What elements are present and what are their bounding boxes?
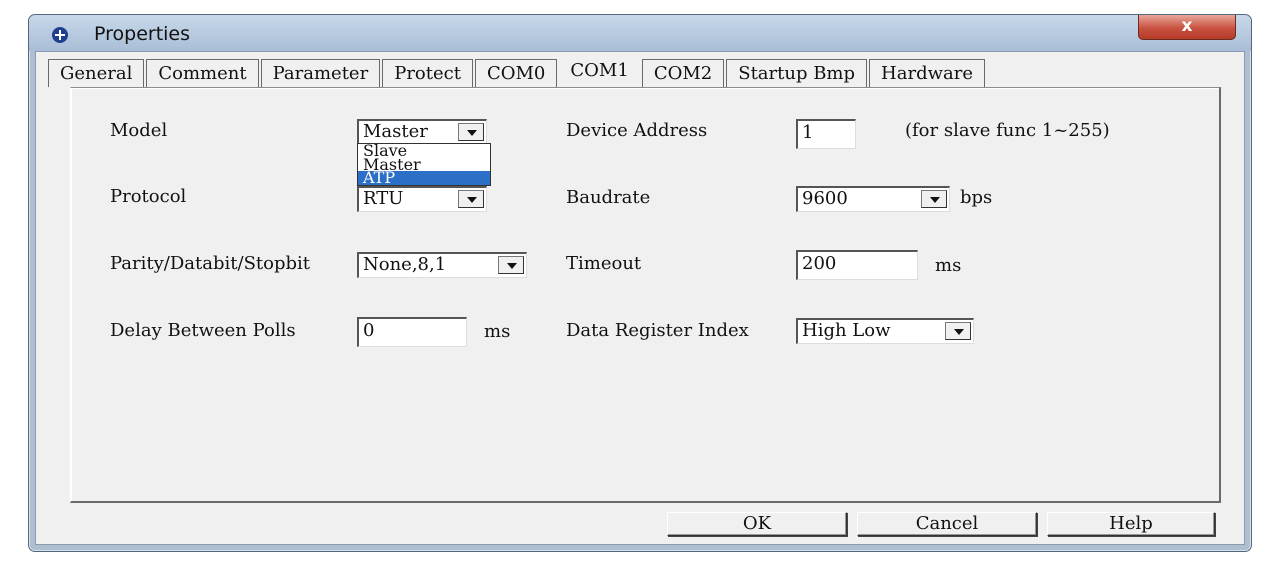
data-register-label: Data Register Index (566, 320, 749, 341)
baudrate-select-value: 9600 (802, 188, 848, 209)
protocol-label: Protocol (110, 186, 187, 207)
data-register-select-value: High Low (802, 320, 891, 341)
timeout-unit-label: ms (935, 255, 962, 276)
timeout-input[interactable]: 200 (796, 250, 918, 280)
model-label: Model (110, 120, 168, 141)
delay-label: Delay Between Polls (110, 320, 296, 341)
com1-panel (70, 87, 1221, 503)
tab-general[interactable]: General (48, 59, 145, 87)
close-button[interactable]: x (1138, 15, 1236, 40)
data-register-select[interactable]: High Low (796, 318, 974, 344)
model-select-value: Master (363, 121, 428, 142)
window-title: Properties (94, 23, 191, 45)
chevron-down-icon[interactable] (498, 256, 524, 274)
protocol-select[interactable]: RTU (357, 186, 487, 212)
ok-button[interactable]: OK (667, 512, 847, 536)
chevron-down-icon[interactable] (945, 322, 971, 340)
tab-protect[interactable]: Protect (382, 59, 473, 87)
tab-com0[interactable]: COM0 (474, 59, 558, 87)
tab-parameter[interactable]: Parameter (260, 59, 381, 87)
title-bar[interactable]: Properties x (29, 15, 1251, 51)
properties-window: Properties x General Comment Parameter P… (28, 14, 1252, 552)
tab-startup-bmp[interactable]: Startup Bmp (726, 59, 868, 87)
parity-select[interactable]: None,8,1 (357, 252, 527, 278)
app-logo-icon (52, 27, 68, 43)
chevron-down-icon[interactable] (458, 123, 484, 141)
baudrate-unit-label: bps (960, 187, 993, 208)
device-address-label: Device Address (566, 120, 708, 141)
tab-hardware[interactable]: Hardware (869, 59, 985, 87)
device-address-hint: (for slave func 1~255) (905, 120, 1110, 141)
parity-select-value: None,8,1 (363, 254, 447, 275)
delay-unit-label: ms (484, 321, 511, 342)
tab-strip: General Comment Parameter Protect COM0 C… (48, 57, 987, 90)
parity-label: Parity/Databit/Stopbit (110, 253, 311, 274)
model-option-atp[interactable]: ATP (358, 170, 490, 185)
timeout-label: Timeout (566, 253, 642, 274)
chevron-down-icon[interactable] (921, 190, 947, 208)
protocol-select-value: RTU (363, 188, 404, 209)
model-dropdown-list[interactable]: Slave Master ATP (357, 143, 491, 186)
baudrate-label: Baudrate (566, 187, 651, 208)
cancel-button[interactable]: Cancel (857, 512, 1037, 536)
delay-input[interactable]: 0 (357, 317, 467, 347)
tab-com2[interactable]: COM2 (641, 59, 725, 87)
chevron-down-icon[interactable] (458, 190, 484, 208)
tab-comment[interactable]: Comment (146, 59, 259, 87)
tab-com1[interactable]: COM1 (559, 57, 640, 90)
help-button[interactable]: Help (1047, 512, 1215, 536)
device-address-input[interactable]: 1 (796, 119, 856, 149)
baudrate-select[interactable]: 9600 (796, 186, 950, 212)
